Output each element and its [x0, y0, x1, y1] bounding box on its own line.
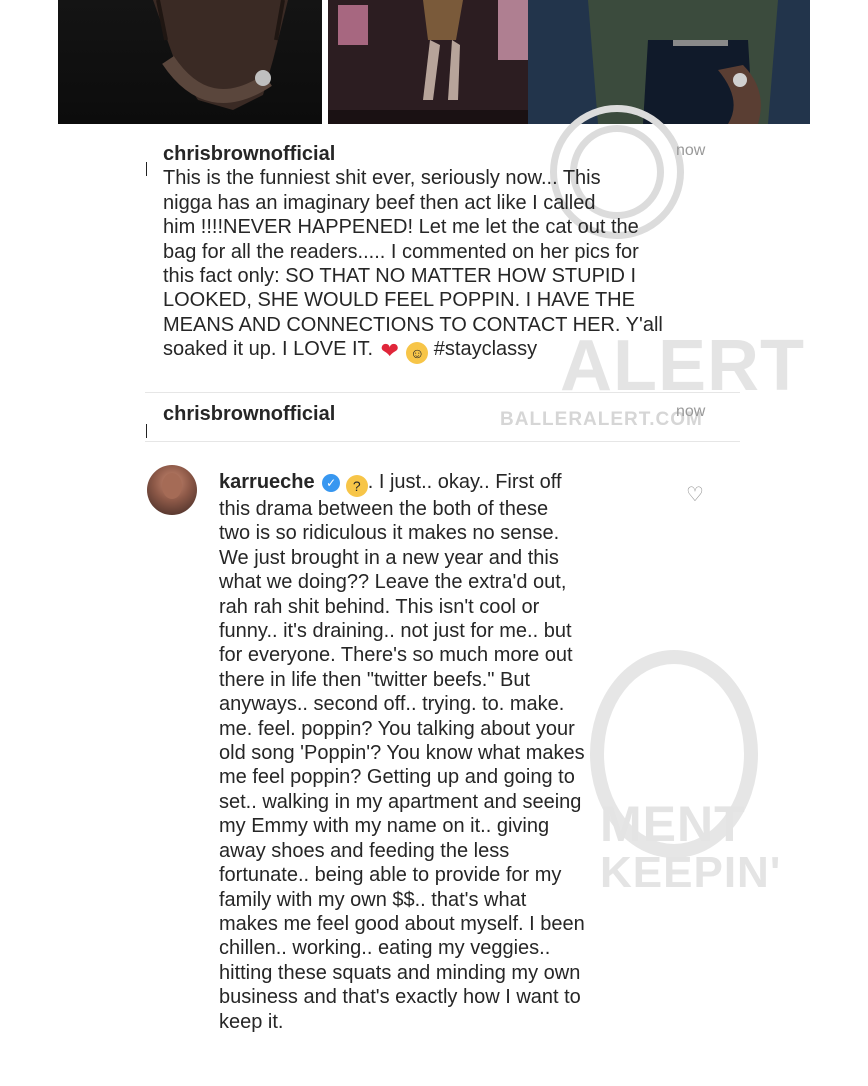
comment-username[interactable]: karrueche — [219, 471, 315, 493]
comment-username[interactable]: chrisbrownofficial — [163, 402, 335, 426]
red-heart-emoji-icon: ❤ — [380, 338, 399, 364]
avatar-face — [162, 473, 182, 499]
photo-1-illustration — [153, 0, 288, 110]
text-cursor — [146, 424, 147, 438]
comment-body: This is the funniest shit ever, seriousl… — [163, 167, 663, 361]
comment-text: This is the funniest shit ever, seriousl… — [163, 166, 723, 365]
heart-outline-icon[interactable]: ♡ — [686, 482, 704, 507]
comment-karrueche: karrueche ✓ ?. I just.. okay.. First off… — [219, 470, 689, 1034]
thinking-face-emoji-icon: ? — [345, 475, 368, 497]
photo-tattooed-hands[interactable] — [58, 0, 322, 124]
comment-chrisbrown-2: chrisbrownofficial — [163, 402, 335, 426]
text-cursor — [146, 162, 147, 176]
comment-intro: . I just.. okay.. First off — [367, 471, 562, 493]
photo-2-illustration — [328, 0, 528, 124]
comment-text: this drama between the both of these two… — [219, 498, 585, 1033]
comment-chrisbrown-1: chrisbrownofficial This is the funniest … — [163, 142, 723, 365]
watermark-url-text: BALLERALERT.COM — [500, 409, 703, 430]
hashtag-link[interactable]: #stayclassy — [434, 338, 537, 360]
divider — [145, 392, 740, 393]
comment-username[interactable]: chrisbrownofficial — [163, 142, 723, 166]
verified-badge-icon: ✓ — [322, 474, 341, 492]
avatar-karrueche[interactable] — [147, 465, 197, 515]
winking-tongue-emoji-icon: ☺ — [406, 342, 429, 365]
comment-timestamp: now — [676, 142, 706, 159]
divider — [145, 441, 740, 442]
photo-strip — [58, 0, 810, 125]
photo-3-illustration — [528, 0, 810, 124]
comment-timestamp: now — [676, 403, 706, 420]
photo-man-jeans[interactable] — [528, 0, 810, 124]
